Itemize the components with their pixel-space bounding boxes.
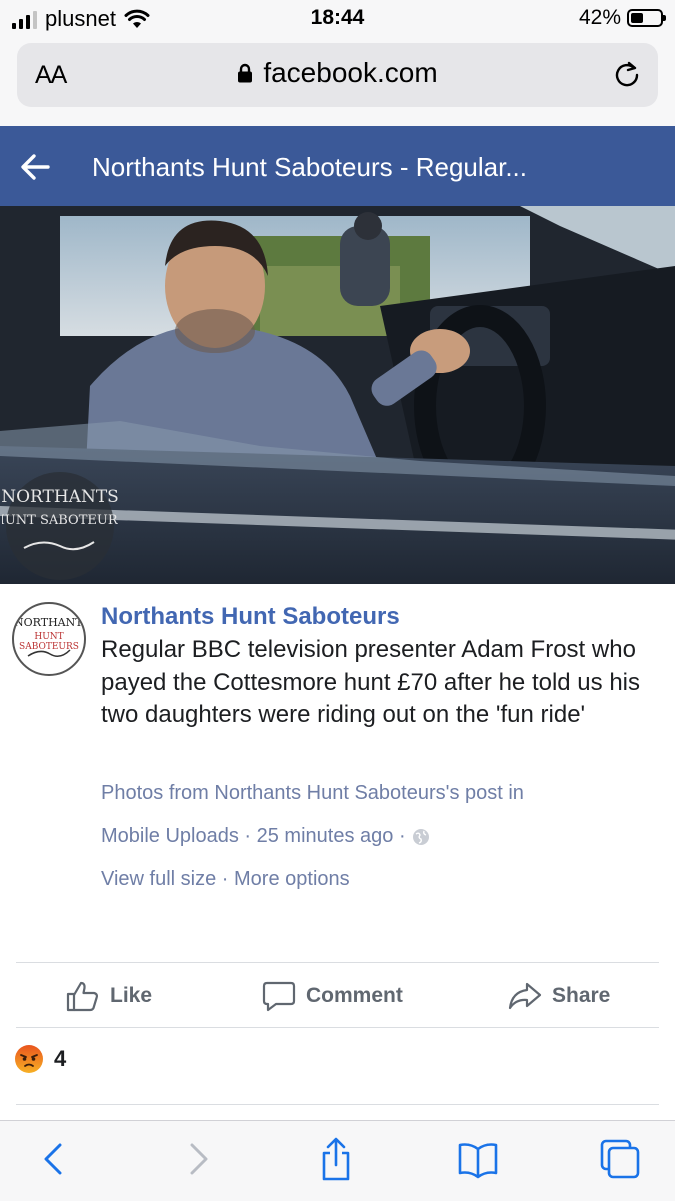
angry-reaction-icon [15,1045,43,1073]
divider-top [16,962,659,963]
post-text: Regular BBC television presenter Adam Fr… [101,636,641,728]
more-options-link[interactable]: More options [234,868,350,890]
back-icon[interactable] [32,1137,76,1181]
view-full-size-link[interactable]: View full size [101,868,216,890]
share-button[interactable]: Share [508,980,610,1012]
lock-icon [238,63,253,83]
page-avatar[interactable]: NORTHANTS HUNT SABOTEURS [12,602,86,676]
bookmarks-icon[interactable] [456,1137,500,1181]
url-display[interactable]: facebook.com [17,57,658,89]
tabs-icon[interactable] [598,1137,642,1181]
battery-fill [631,13,643,23]
album-link[interactable]: Mobile Uploads [101,825,239,847]
post-timestamp: · 25 minutes ago · [238,825,406,847]
share-sheet-icon[interactable] [314,1137,358,1181]
forward-icon[interactable] [176,1137,220,1181]
divider-end [16,1104,659,1105]
divider-bottom [16,1027,659,1028]
status-bar: plusnet 18:44 42% [0,0,675,38]
browser-toolbar [0,1120,675,1201]
meta-in: in [502,782,524,804]
battery-percent: 42% [578,6,621,29]
post-meta-album: Mobile Uploads · 25 minutes ago · [101,825,430,848]
post-author[interactable]: Northants Hunt Saboteurs [101,603,400,631]
like-label: Like [110,984,153,1007]
battery-icon [627,9,666,27]
share-icon [508,982,542,1010]
watermark-line2: HUNT SABOTEURS [2,513,118,528]
reaction-count: 4 [54,1046,67,1071]
comment-button[interactable]: Comment [262,980,403,1012]
back-arrow-icon[interactable] [18,150,52,184]
comment-label: Comment [306,984,403,1007]
meta-separator: · [216,868,235,890]
thumbs-up-icon [66,981,99,1012]
share-label: Share [552,984,611,1007]
page-title: Northants Hunt Saboteurs - Regular... [92,152,528,182]
address-bar[interactable]: AA facebook.com [17,43,658,107]
watermark-line1: NORTHANTS [2,487,118,507]
post-meta-options: View full size · More options [101,868,350,891]
status-right: 42% [578,6,666,30]
avatar-swoosh-icon [27,649,71,657]
photos-from-link[interactable]: Photos from Northants Hunt Saboteurs's p… [101,782,503,804]
like-button[interactable]: Like [66,980,152,1012]
globe-icon [412,828,429,845]
comment-icon [262,981,296,1012]
reload-icon[interactable] [612,59,642,89]
browser-chrome: AA facebook.com [0,38,675,126]
reaction-summary[interactable]: 4 [14,1044,66,1074]
watermark-logo: NORTHANTS HUNT SABOTEURS [2,472,118,580]
avatar-line1: NORTHANTS [14,616,86,629]
clock: 18:44 [310,6,365,29]
post-meta-source: Photos from Northants Hunt Saboteurs's p… [101,782,524,805]
facebook-header: Northants Hunt Saboteurs - Regular... [0,126,675,206]
url-text: facebook.com [263,57,438,88]
